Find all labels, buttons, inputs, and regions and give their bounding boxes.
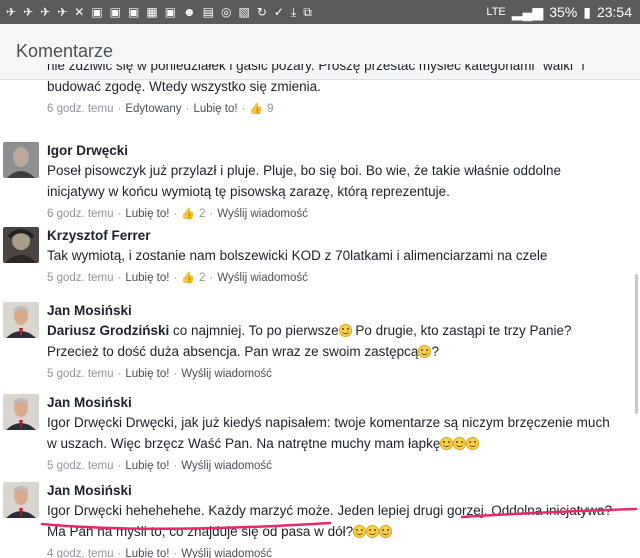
comment-text-cut: nie zdziwić się w poniedziałek i gasić p… [47, 64, 585, 73]
smile-emoji-icon [353, 525, 367, 538]
avatar[interactable] [3, 302, 39, 338]
comment-meta: 5 godz. temu · Lubię to! · Wyślij wiadom… [47, 366, 272, 382]
comment-text-part: ? [431, 344, 439, 359]
signal-icon: ▂▄▆ [511, 3, 544, 20]
plane-icon: ✈ [23, 5, 34, 19]
send-message-button[interactable]: Wyślij wiadomość [181, 546, 272, 558]
comment-meta: 6 godz. temu · Edytowany · Lubię to! · 👍… [47, 101, 274, 117]
thumbs-up-icon: 👍 [181, 208, 195, 220]
thumbs-up-icon: 👍 [181, 272, 195, 284]
smile-emoji-icon [338, 324, 352, 337]
refresh-icon: ↻ [256, 5, 267, 19]
like-button[interactable]: Lubię to! [193, 101, 237, 117]
thumbs-up-icon: 👍 [249, 103, 264, 115]
check-icon: ✓ [273, 5, 284, 19]
avatar[interactable] [3, 227, 39, 263]
page-title: Komentarze [16, 41, 114, 61]
comment-partial: nie zdziwić się w poniedziałek i gasić p… [47, 64, 627, 117]
comment-author[interactable]: Jan Mosiński [47, 394, 619, 412]
avatar[interactable] [3, 482, 39, 518]
facebook-icon: ▣ [128, 5, 140, 19]
comment-author[interactable]: Krzysztof Ferrer [47, 227, 619, 245]
laughing-emoji-icon [453, 437, 467, 450]
comment-time: 5 godz. temu [47, 272, 114, 284]
avatar[interactable] [3, 394, 39, 430]
like-button[interactable]: Lubię to! [125, 270, 169, 286]
send-message-button[interactable]: Wyślij wiadomość [181, 458, 272, 474]
smile-emoji-icon [379, 525, 393, 538]
laughing-emoji-icon [466, 437, 480, 450]
comment-text-wrap: Igor Drwęcki Drwęcki, jak już kiedyś nap… [47, 412, 619, 454]
like-button[interactable]: Lubię to! [125, 458, 169, 474]
send-message-button[interactable]: Wyślij wiadomość [217, 206, 308, 222]
like-button[interactable]: Lubię to! [125, 366, 169, 382]
plane-icon: ✈ [40, 5, 51, 19]
like-count[interactable]: 2 [199, 206, 205, 222]
comment-text-wrap: Igor Drwęcki hehehehehe. Każdy marzyć mo… [47, 500, 619, 542]
facebook-icon: ▣ [109, 5, 121, 19]
plane-icon: ✈ [57, 5, 68, 19]
comment-author[interactable]: Igor Drwęcki [47, 142, 619, 160]
comment-time: 5 godz. temu [47, 460, 114, 472]
close-icon: ✕ [74, 5, 85, 19]
avatar[interactable] [3, 142, 39, 178]
calendar-icon: ▦ [146, 5, 158, 19]
send-message-button[interactable]: Wyślij wiadomość [181, 366, 272, 382]
battery-level: 35% [549, 4, 578, 20]
comment-meta: 5 godz. temu · Lubię to! · Wyślij wiadom… [47, 458, 272, 474]
image-icon: ▤ [202, 5, 215, 19]
battery-icon: ▮ [583, 3, 591, 20]
notification-icons: ✈ ✈ ✈ ✈ ✕ ▣ ▣ ▣ ▦ ▣ ☻ ▤ ◎ ▧ ↻ ✓ ⤓ ⧉ [0, 6, 312, 18]
download-icon: ⤓ [290, 5, 297, 19]
plane-icon: ✈ [6, 5, 17, 19]
copy-icon: ⧉ [303, 5, 312, 19]
like-button[interactable]: Lubię to! [125, 546, 169, 558]
comment-text: Tak wymiotą, i zostanie nam bolszewicki … [47, 248, 548, 263]
people-icon: ☻ [183, 5, 196, 19]
comment-text: budować zgodę. Wtedy wszystko się zmieni… [47, 79, 321, 94]
network-type: LTE [486, 6, 506, 18]
comment-time: 4 godz. temu [47, 548, 114, 558]
facebook-icon: ▣ [164, 5, 177, 19]
edited-link[interactable]: Edytowany [125, 101, 181, 117]
comment-text-part: co najmniej. To po pierwsze [169, 323, 339, 338]
laughing-emoji-icon [440, 437, 454, 450]
scrollbar[interactable] [635, 274, 638, 414]
comment-meta: 5 godz. temu · Lubię to! · 👍 2 · Wyślij … [47, 270, 308, 286]
comment-text: Igor Drwęcki hehehehehe. Każdy marzyć mo… [47, 503, 613, 539]
instagram-icon: ◎ [221, 5, 232, 19]
facebook-icon: ▣ [91, 5, 103, 19]
mention-link[interactable]: Dariusz Grodziński [47, 323, 169, 338]
comment-time: 5 godz. temu [47, 368, 114, 380]
status-bar: ✈ ✈ ✈ ✈ ✕ ▣ ▣ ▣ ▦ ▣ ☻ ▤ ◎ ▧ ↻ ✓ ⤓ ⧉ LTE … [0, 0, 640, 24]
like-count[interactable]: 2 [199, 270, 205, 286]
comment-author[interactable]: Jan Mosiński [47, 302, 619, 320]
comment-meta: 4 godz. temu · Lubię to! · Wyślij wiadom… [47, 546, 619, 558]
comment-text: Poseł pisowczyk już przylazł i pluje. Pl… [47, 163, 562, 199]
like-button[interactable]: Lubię to! [125, 206, 169, 222]
app-icon: ▧ [238, 5, 250, 19]
comment-thread[interactable]: nie zdziwić się w poniedziałek i gasić p… [0, 64, 640, 558]
comment-time: 6 godz. temu [47, 103, 114, 115]
clock: 23:54 [596, 4, 632, 20]
like-count[interactable]: 9 [267, 101, 273, 117]
send-message-button[interactable]: Wyślij wiadomość [217, 270, 308, 286]
comment-time: 6 godz. temu [47, 208, 114, 220]
smile-emoji-icon [366, 525, 380, 538]
smile-emoji-icon [418, 345, 432, 358]
comment-text: Igor Drwęcki Drwęcki, jak już kiedyś nap… [47, 415, 610, 451]
comment-meta: 6 godz. temu · Lubię to! · 👍 2 · Wyślij … [47, 206, 308, 222]
comment-author[interactable]: Jan Mosiński [47, 482, 619, 500]
comment-text: Dariusz Grodziński co najmniej. To po pi… [47, 320, 619, 362]
